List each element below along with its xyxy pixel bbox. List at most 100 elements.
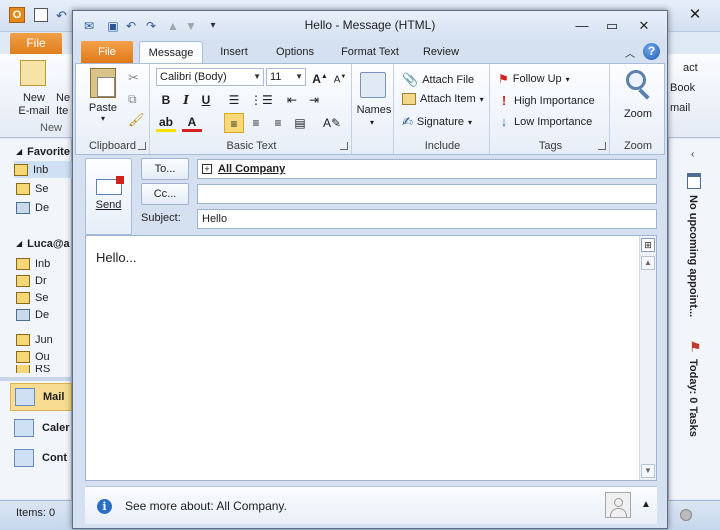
tab-message[interactable]: Message — [139, 41, 203, 64]
todo-tasks[interactable]: Today: 0 Tasks — [687, 359, 699, 437]
grow-font-icon[interactable]: A▲ — [310, 67, 330, 87]
scroll-up-icon[interactable]: ▲ — [641, 256, 655, 270]
nav-big-label: Mail — [43, 391, 65, 403]
expand-people-pane-icon[interactable]: ▲ — [641, 499, 651, 510]
paste-label: Paste — [88, 102, 118, 114]
tab-options[interactable]: Options — [269, 41, 321, 63]
dialog-launcher-icon[interactable] — [598, 142, 606, 150]
send-button[interactable]: Send — [85, 158, 132, 235]
align-left-icon[interactable]: ≡ — [224, 113, 244, 133]
body-scrollbar[interactable]: ⊞ ▲ ▼ — [639, 236, 656, 480]
nav-item-label: RS — [35, 365, 51, 373]
ruler-toggle-icon[interactable]: ⊞ — [641, 238, 655, 252]
nav-favorites-deleted[interactable]: De — [16, 199, 49, 216]
underline-button[interactable]: U — [196, 90, 216, 110]
undo-icon[interactable]: ↶ — [56, 8, 67, 24]
zoom-button[interactable]: Zoom — [612, 108, 664, 120]
dialog-launcher-icon[interactable] — [340, 142, 348, 150]
nav-mail-button[interactable]: Mail — [10, 383, 72, 411]
favorites-header[interactable]: ◢ Favorite — [16, 143, 70, 160]
nav-favorites-inbox[interactable]: Inb — [14, 161, 72, 178]
font-size-combo[interactable]: 11 ▼ — [266, 68, 306, 86]
nav-account-sent[interactable]: Se — [16, 289, 48, 306]
people-pane-text[interactable]: See more about: All Company. — [125, 499, 287, 513]
nav-account-junk[interactable]: Jun — [16, 331, 53, 348]
cut-icon[interactable]: ✂ — [128, 70, 139, 86]
cc-button[interactable]: Cc... — [141, 183, 189, 205]
maximize-icon[interactable]: ▭ — [601, 17, 623, 35]
zoom-out-icon[interactable] — [680, 509, 692, 521]
save-icon[interactable] — [34, 8, 48, 22]
italic-button[interactable]: I — [176, 90, 196, 110]
nav-calendar-button[interactable]: Caler — [14, 414, 70, 442]
nav-item-label: Dr — [35, 274, 47, 287]
attach-item-button[interactable]: Attach Item ▾ — [402, 93, 484, 105]
tab-format-text[interactable]: Format Text — [335, 41, 405, 63]
body-text[interactable]: Hello... — [96, 250, 136, 265]
new-items-button[interactable]: Ne Ite — [56, 92, 72, 118]
main-file-tab[interactable]: File — [10, 33, 62, 54]
styles-icon[interactable]: A✎ — [322, 113, 342, 133]
magnifier-handle — [638, 88, 650, 100]
collapse-ribbon-icon[interactable]: ︿ — [625, 45, 635, 60]
new-email-button[interactable]: New E-mail — [18, 92, 50, 118]
bullets-icon[interactable]: ☰ — [224, 90, 244, 110]
to-field[interactable]: + All Company — [197, 159, 657, 179]
format-painter-icon[interactable]: 🖌 — [128, 112, 145, 128]
copy-icon[interactable]: ⧉ — [128, 92, 137, 107]
minimize-icon[interactable]: — — [571, 17, 593, 35]
tab-file[interactable]: File — [81, 41, 133, 63]
paste-dropdown-icon[interactable]: ▾ — [84, 114, 122, 123]
names-button[interactable]: Names — [354, 104, 394, 116]
nav-account-rss[interactable]: RS — [16, 365, 50, 373]
nav-account-deleted[interactable]: De — [16, 306, 49, 323]
nav-contacts-button[interactable]: Cont — [14, 444, 67, 472]
message-body[interactable]: Hello... ⊞ ▲ ▼ — [85, 235, 657, 481]
todo-appointments[interactable]: No upcoming appoint... — [687, 195, 699, 317]
font-color-icon[interactable]: A — [182, 114, 202, 132]
expand-group-icon[interactable]: + — [202, 164, 212, 175]
high-importance-label: High Importance — [514, 94, 595, 107]
avatar[interactable] — [605, 492, 631, 518]
decrease-indent-icon[interactable]: ⇤ — [282, 90, 302, 110]
nav-account-outbox[interactable]: Ou — [16, 348, 50, 365]
tab-review[interactable]: Review — [417, 41, 465, 63]
high-importance-button[interactable]: ! High Importance — [498, 93, 595, 108]
low-importance-button[interactable]: ↓ Low Importance — [498, 114, 593, 129]
chevron-left-icon[interactable]: ‹ — [691, 149, 694, 160]
status-items-count: Items: 0 — [16, 507, 56, 519]
nav-account-drafts[interactable]: Dr — [16, 272, 47, 289]
signature-button[interactable]: ✍ Signature ▾ — [402, 114, 472, 130]
close-icon[interactable]: ✕ — [633, 17, 655, 35]
nav-splitter[interactable] — [0, 377, 72, 381]
tab-insert[interactable]: Insert — [211, 41, 257, 63]
names-dropdown-icon[interactable]: ▾ — [370, 118, 374, 127]
folder-icon — [16, 291, 30, 304]
align-center-icon[interactable]: ≡ — [246, 113, 266, 133]
subject-field[interactable]: Hello — [197, 209, 657, 229]
numbering-icon[interactable]: ⋮☰ — [250, 90, 273, 110]
align-right-icon[interactable]: ≡ — [268, 113, 288, 133]
shrink-font-icon[interactable]: A▼ — [330, 67, 350, 87]
nav-favorites-sent[interactable]: Se — [16, 180, 48, 197]
increase-indent-icon[interactable]: ⇥ — [304, 90, 324, 110]
highlight-icon[interactable]: ab — [156, 114, 176, 132]
cc-field[interactable] — [197, 184, 657, 204]
down-arrow-icon: ↓ — [500, 114, 508, 129]
paste-button[interactable]: Paste ▾ — [84, 68, 122, 134]
justify-icon[interactable]: ▤ — [290, 113, 310, 133]
dialog-launcher-icon[interactable] — [138, 142, 146, 150]
bold-button[interactable]: B — [156, 90, 176, 110]
follow-up-button[interactable]: ⚑ Follow Up ▾ — [498, 72, 570, 86]
to-button[interactable]: To... — [141, 158, 189, 180]
main-close-icon[interactable]: ✕ — [688, 7, 702, 22]
scroll-down-icon[interactable]: ▼ — [641, 464, 655, 478]
outlook-logo-icon: O — [9, 7, 25, 23]
address-book-button[interactable]: Book — [670, 82, 695, 94]
help-icon[interactable]: ? — [643, 43, 660, 60]
to-recipient[interactable]: All Company — [218, 163, 285, 175]
nav-account-inbox[interactable]: Inb — [16, 255, 50, 272]
font-name-combo[interactable]: Calibri (Body) ▼ — [156, 68, 264, 86]
account-header[interactable]: ◢ Luca@a — [16, 235, 70, 252]
attach-file-button[interactable]: 📎 Attach File — [402, 72, 474, 88]
